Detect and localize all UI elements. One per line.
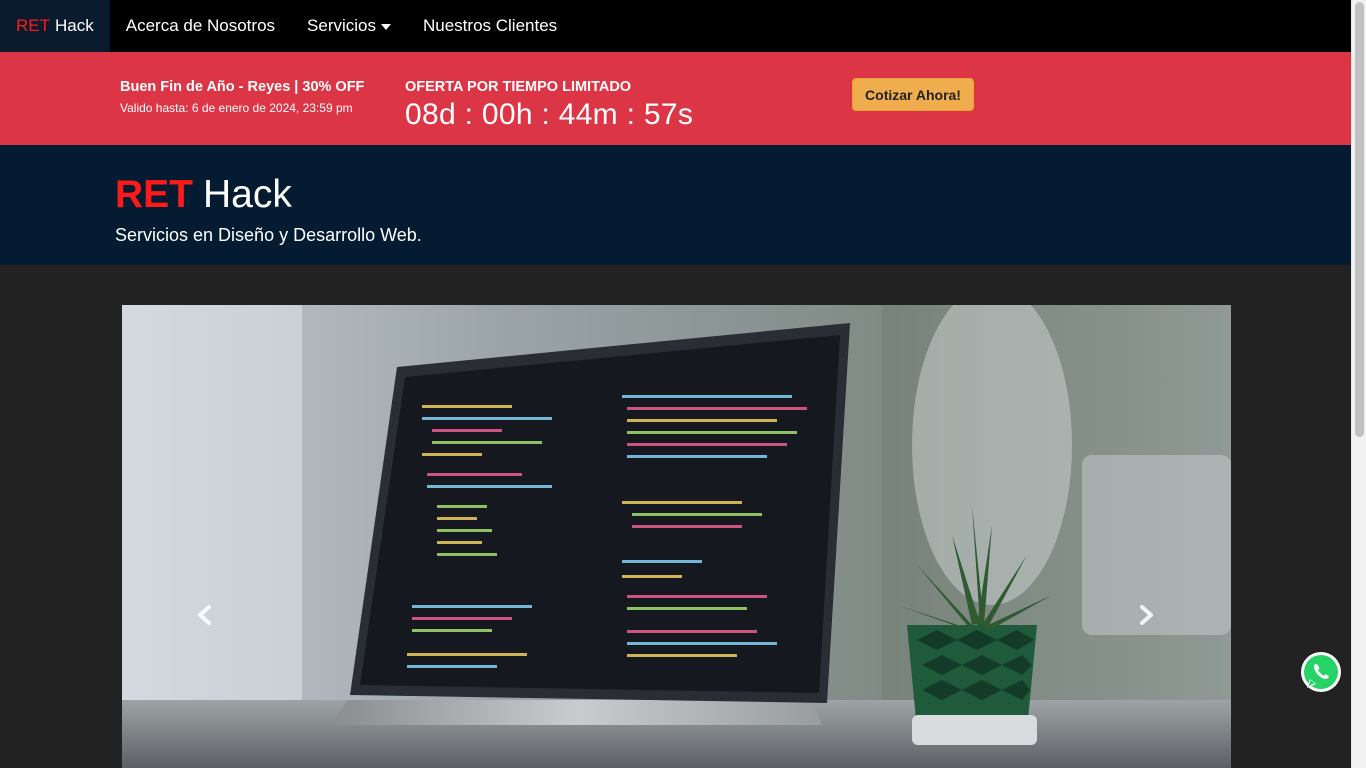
chevron-left-icon	[198, 605, 211, 625]
carousel-slide-image	[122, 305, 1231, 768]
brand-link[interactable]: RET Hack	[0, 0, 110, 52]
hero-header: RET Hack Servicios en Diseño y Desarrollo…	[0, 145, 1351, 265]
scrollbar-thumb[interactable]	[1355, 2, 1364, 437]
promo-banner: Buen Fin de Año - Reyes | 30% OFF Valido…	[0, 52, 1351, 145]
carousel-prev-button[interactable]	[184, 595, 224, 635]
page-scrollbar[interactable]	[1351, 0, 1366, 768]
hero-subtitle: Servicios en Diseño y Desarrollo Web.	[115, 225, 422, 245]
promo-title: Buen Fin de Año - Reyes | 30% OFF	[120, 79, 365, 95]
hero-title-white: Hack	[203, 173, 292, 216]
offer-label: OFERTA POR TIEMPO LIMITADO	[405, 79, 632, 95]
image-carousel	[122, 305, 1231, 768]
hero-title-red: RET	[115, 173, 193, 216]
countdown-timer: 08d : 00h : 44m : 57s	[405, 98, 694, 131]
nav-item-servicios-dropdown[interactable]: Servicios	[291, 0, 407, 52]
promo-valid-until: Valido hasta: 6 de enero de 2024, 23:59 …	[120, 101, 353, 115]
promo-countdown-block: OFERTA POR TIEMPO LIMITADO 08d : 00h : 4…	[405, 79, 693, 132]
nav-item-label: Acerca de Nosotros	[125, 16, 276, 35]
carousel-next-button[interactable]	[1127, 595, 1167, 635]
chevron-right-icon	[1140, 605, 1153, 625]
promo-info: Buen Fin de Año - Reyes | 30% OFF Valido…	[120, 79, 364, 115]
nav-item-label: Nuestros Clientes	[423, 16, 558, 35]
nav-item-clientes[interactable]: Nuestros Clientes	[407, 0, 573, 52]
brand-white-text: Hack	[55, 16, 94, 35]
nav-item-label: Servicios	[307, 16, 376, 35]
page-title: RET Hack	[115, 173, 292, 217]
nav-item-acerca[interactable]: Acerca de Nosotros	[110, 0, 291, 52]
brand-red-text: RET	[16, 16, 50, 35]
top-navbar: RET Hack Acerca de Nosotros Servicios Nu…	[0, 0, 1351, 52]
whatsapp-icon	[1301, 652, 1341, 692]
whatsapp-button[interactable]	[1300, 651, 1342, 693]
cotizar-button[interactable]: Cotizar Ahora!	[852, 78, 974, 111]
caret-down-icon	[381, 24, 391, 30]
